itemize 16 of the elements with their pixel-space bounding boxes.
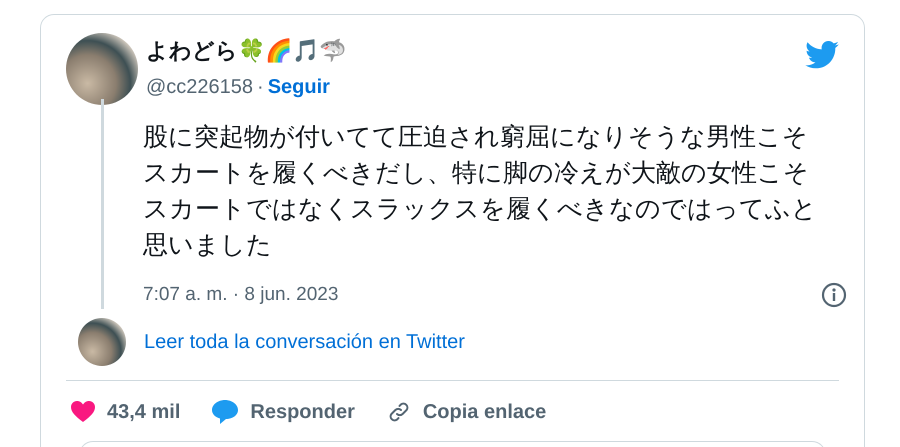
bird-logo-icon[interactable] (805, 41, 839, 69)
tweet-text: 股に突起物が付いてて圧迫され窮屈になりそうな男性こそスカートを履くべきだし、特に脚の冷えが大敵の女性こそスカートではなくスラックスを履くべきなのではってふと思いました (143, 122, 818, 261)
tweet-timestamp[interactable]: 7:07 a. m. · 8 jun. 2023 (143, 281, 338, 310)
info-icon[interactable] (821, 282, 847, 308)
avatar-image[interactable] (78, 318, 126, 366)
user-handle[interactable]: @cc226158 (146, 72, 254, 102)
separator-dot: · (257, 75, 264, 100)
link-icon (386, 400, 411, 424)
follow-link[interactable]: Seguir (268, 72, 330, 102)
heart-icon (71, 400, 95, 422)
action-label[interactable]: Responder (250, 396, 355, 426)
action-label[interactable]: 43,4 mil (107, 396, 180, 426)
conversation-link[interactable]: Leer toda la conversación en Twitter (144, 326, 465, 356)
speech-bubble-icon (212, 400, 238, 424)
author-name[interactable]: よわどら🍀🌈🎵🦈 (146, 36, 346, 66)
action-label[interactable]: Copia enlace (422, 396, 546, 426)
